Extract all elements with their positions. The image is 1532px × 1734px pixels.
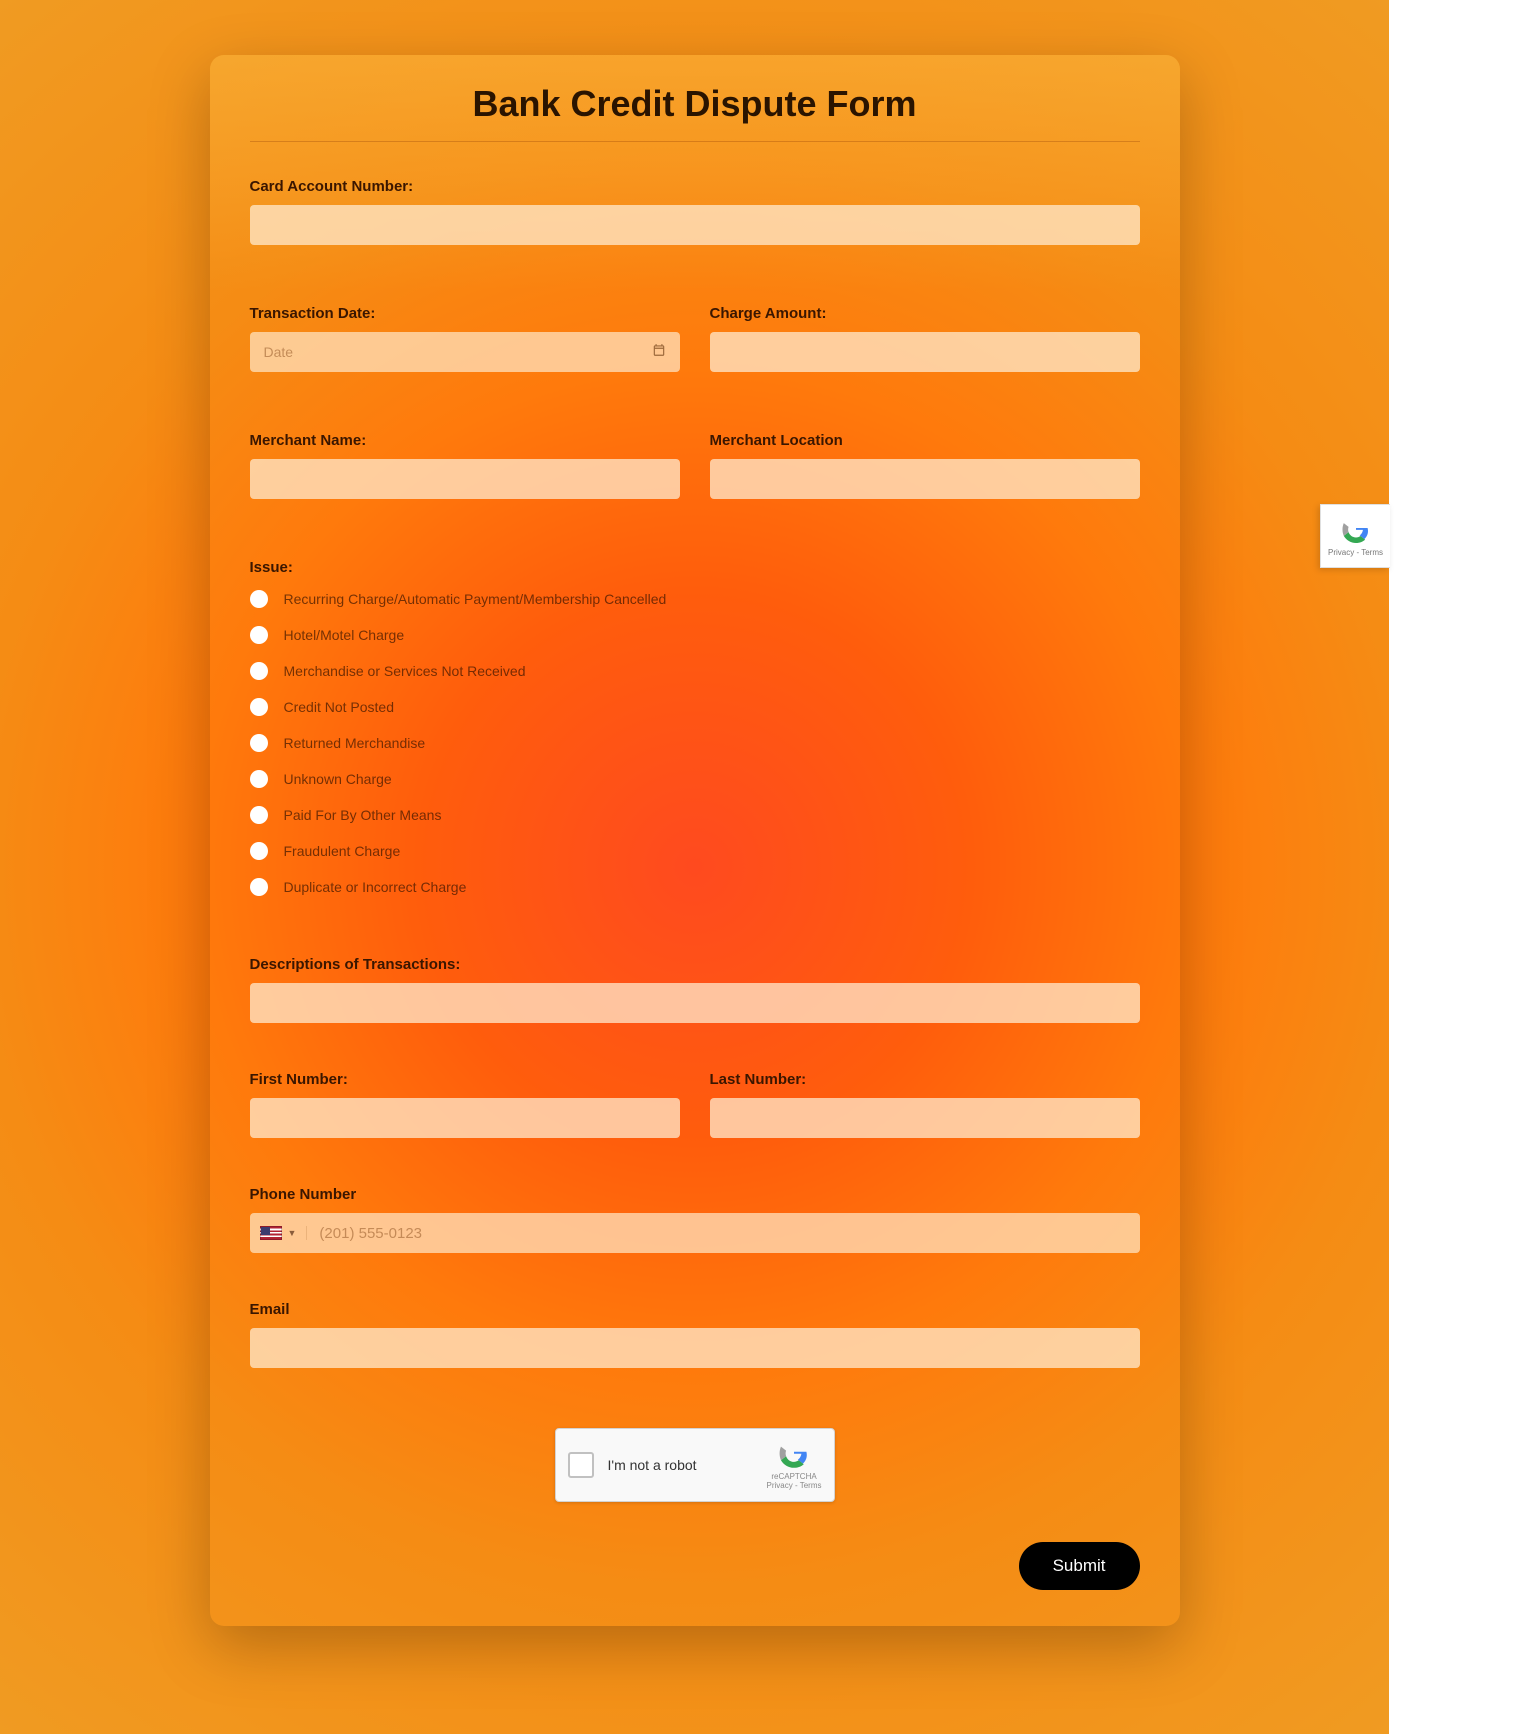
charge-amount-label: Charge Amount: (710, 305, 1140, 322)
recaptcha-legal-text: Privacy - Terms (767, 1482, 822, 1491)
flag-icon (260, 1226, 282, 1240)
last-number-input[interactable] (710, 1098, 1140, 1138)
issue-option[interactable]: Fraudulent Charge (250, 842, 1140, 860)
issue-option[interactable]: Credit Not Posted (250, 698, 1140, 716)
recaptcha-brand: reCAPTCHA Privacy - Terms (767, 1439, 822, 1491)
issue-option[interactable]: Merchandise or Services Not Received (250, 662, 1140, 680)
phone-field-wrap: ▼ (250, 1213, 1140, 1253)
recaptcha-widget: I'm not a robot reCAPTCHA Privacy - Term… (555, 1428, 835, 1502)
card-account-number-label: Card Account Number: (250, 178, 1140, 195)
recaptcha-checkbox[interactable] (568, 1452, 594, 1478)
transaction-date-input[interactable]: Date (250, 332, 680, 372)
country-code-select[interactable]: ▼ (260, 1226, 308, 1240)
phone-label: Phone Number (250, 1186, 1140, 1203)
radio-icon[interactable] (250, 662, 268, 680)
radio-icon[interactable] (250, 770, 268, 788)
form-card: Bank Credit Dispute Form Card Account Nu… (210, 55, 1180, 1626)
issue-option-label: Paid For By Other Means (284, 807, 442, 823)
radio-icon[interactable] (250, 626, 268, 644)
page-title: Bank Credit Dispute Form (250, 83, 1140, 142)
email-input[interactable] (250, 1328, 1140, 1368)
radio-icon[interactable] (250, 590, 268, 608)
issue-option-label: Merchandise or Services Not Received (284, 663, 526, 679)
merchant-location-input[interactable] (710, 459, 1140, 499)
recaptcha-text: I'm not a robot (608, 1457, 767, 1473)
issue-option-label: Hotel/Motel Charge (284, 627, 405, 643)
issue-option-label: Recurring Charge/Automatic Payment/Membe… (284, 591, 667, 607)
merchant-location-label: Merchant Location (710, 432, 1140, 449)
radio-icon[interactable] (250, 734, 268, 752)
recaptcha-side-legal: Privacy - Terms (1328, 548, 1383, 557)
radio-icon[interactable] (250, 698, 268, 716)
card-account-number-input[interactable] (250, 205, 1140, 245)
first-number-input[interactable] (250, 1098, 680, 1138)
issue-radio-group: Recurring Charge/Automatic Payment/Membe… (250, 590, 1140, 896)
first-number-label: First Number: (250, 1071, 680, 1088)
issue-option[interactable]: Duplicate or Incorrect Charge (250, 878, 1140, 896)
issue-option[interactable]: Recurring Charge/Automatic Payment/Membe… (250, 590, 1140, 608)
merchant-name-label: Merchant Name: (250, 432, 680, 449)
email-label: Email (250, 1301, 1140, 1318)
phone-input[interactable] (319, 1213, 1139, 1253)
descriptions-input[interactable] (250, 983, 1140, 1023)
chevron-down-icon: ▼ (288, 1228, 297, 1238)
recaptcha-side-badge: Privacy - Terms (1320, 504, 1390, 568)
issue-option-label: Returned Merchandise (284, 735, 426, 751)
issue-option[interactable]: Returned Merchandise (250, 734, 1140, 752)
issue-option-label: Unknown Charge (284, 771, 392, 787)
submit-button[interactable]: Submit (1019, 1542, 1140, 1590)
radio-icon[interactable] (250, 878, 268, 896)
last-number-label: Last Number: (710, 1071, 1140, 1088)
recaptcha-icon (1341, 516, 1371, 546)
radio-icon[interactable] (250, 842, 268, 860)
merchant-name-input[interactable] (250, 459, 680, 499)
issue-option[interactable]: Hotel/Motel Charge (250, 626, 1140, 644)
transaction-date-label: Transaction Date: (250, 305, 680, 322)
recaptcha-icon (778, 1439, 810, 1471)
calendar-icon (652, 343, 666, 361)
issue-option-label: Duplicate or Incorrect Charge (284, 879, 467, 895)
transaction-date-placeholder: Date (264, 344, 294, 360)
descriptions-label: Descriptions of Transactions: (250, 956, 1140, 973)
issue-option[interactable]: Unknown Charge (250, 770, 1140, 788)
issue-option[interactable]: Paid For By Other Means (250, 806, 1140, 824)
issue-option-label: Fraudulent Charge (284, 843, 401, 859)
charge-amount-input[interactable] (710, 332, 1140, 372)
issue-label: Issue: (250, 559, 1140, 576)
radio-icon[interactable] (250, 806, 268, 824)
issue-option-label: Credit Not Posted (284, 699, 395, 715)
